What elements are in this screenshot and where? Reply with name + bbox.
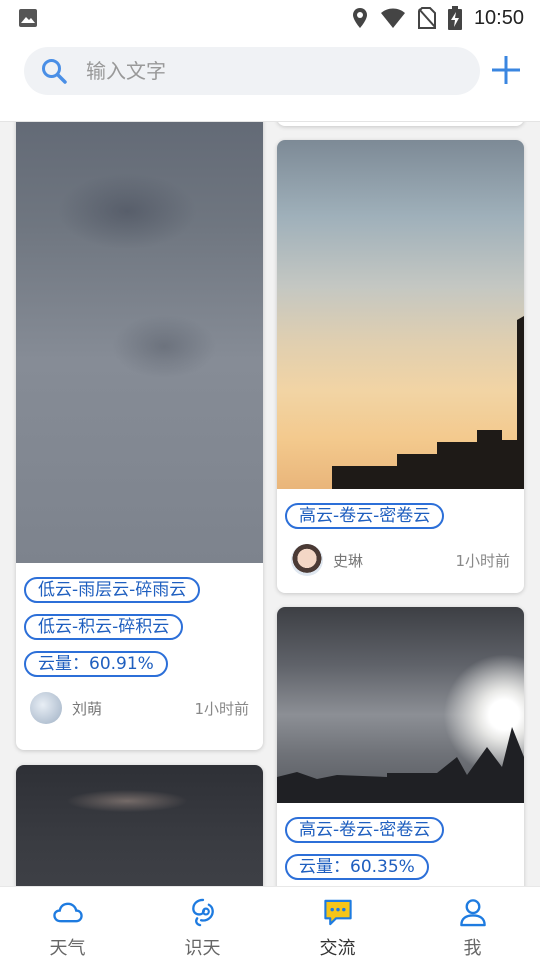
- clock: 10:50: [473, 6, 524, 29]
- chat-icon: [323, 899, 352, 926]
- search-icon: [42, 59, 67, 84]
- post-meta: 刘萌 1小时前: [16, 688, 263, 728]
- tag-list: 低云-雨层云-碎雨云 低云-积云-碎积云 云量：60.91%: [16, 563, 263, 677]
- cloud-type-tag[interactable]: 低云-积云-碎积云: [24, 614, 184, 640]
- cloud-type-tag[interactable]: 低云-雨层云-碎雨云: [24, 577, 201, 603]
- nav-profile[interactable]: 我: [405, 887, 540, 960]
- recognize-icon: [191, 898, 214, 927]
- post-card[interactable]: [16, 765, 263, 886]
- cloud-cover-tag[interactable]: 云量：60.35%: [285, 854, 429, 880]
- post-card[interactable]: 低云-雨层云-碎雨云 低云-积云-碎积云 云量：60.91% 刘萌 1小时前: [16, 122, 263, 750]
- nav-label: 交流: [319, 938, 356, 959]
- nav-label: 天气: [49, 938, 86, 959]
- search-header: [0, 36, 540, 122]
- avatar[interactable]: [291, 544, 323, 576]
- post-feed[interactable]: 低云-雨层云-碎雨云 低云-积云-碎积云 云量：60.91% 刘萌 1小时前 高…: [0, 122, 540, 886]
- search-box[interactable]: [24, 47, 480, 95]
- wifi-icon: [380, 8, 405, 28]
- nav-label: 识天: [184, 938, 221, 959]
- post-meta: 史琳 1小时前: [277, 540, 524, 580]
- image-icon: [19, 9, 37, 27]
- building-silhouette: [332, 316, 524, 489]
- battery-charging-icon: [447, 6, 462, 30]
- cloud-photo[interactable]: [16, 765, 263, 886]
- post-time: 1小时前: [455, 551, 510, 570]
- cloud-photo[interactable]: [16, 122, 263, 563]
- add-post-button[interactable]: [490, 54, 522, 86]
- treeline-silhouette: [277, 727, 524, 803]
- nav-weather[interactable]: 天气: [0, 887, 135, 960]
- tag-list: 高云-卷云-密卷云: [277, 489, 524, 529]
- cloud-cover-tag[interactable]: 云量：60.91%: [24, 651, 168, 677]
- author-name[interactable]: 刘萌: [72, 698, 194, 719]
- nav-community[interactable]: 交流: [270, 887, 405, 960]
- cloud-type-tag[interactable]: 高云-卷云-密卷云: [285, 817, 445, 843]
- post-card[interactable]: 高云-卷云-密卷云 史琳 1小时前: [277, 140, 524, 593]
- post-card[interactable]: [277, 122, 524, 126]
- post-time: 1小时前: [194, 699, 249, 718]
- avatar[interactable]: [30, 692, 62, 724]
- post-card[interactable]: 高云-卷云-密卷云 云量：60.35%: [277, 607, 524, 886]
- tag-list: 高云-卷云-密卷云 云量：60.35%: [277, 803, 524, 880]
- status-icons: 10:50: [352, 5, 524, 31]
- cloud-photo[interactable]: [277, 607, 524, 803]
- nav-recognize[interactable]: 识天: [135, 887, 270, 960]
- search-input[interactable]: [86, 59, 446, 83]
- cloud-photo[interactable]: [277, 140, 524, 489]
- user-icon: [459, 899, 486, 927]
- status-bar: 10:50: [0, 0, 540, 36]
- nav-label: 我: [463, 938, 482, 959]
- author-name[interactable]: 史琳: [333, 550, 455, 571]
- no-sim-icon: [417, 7, 436, 29]
- cloud-icon: [52, 902, 83, 923]
- bottom-nav: 天气 识天 交流 我: [0, 886, 540, 960]
- cloud-type-tag[interactable]: 高云-卷云-密卷云: [285, 503, 445, 529]
- location-icon: [352, 8, 367, 28]
